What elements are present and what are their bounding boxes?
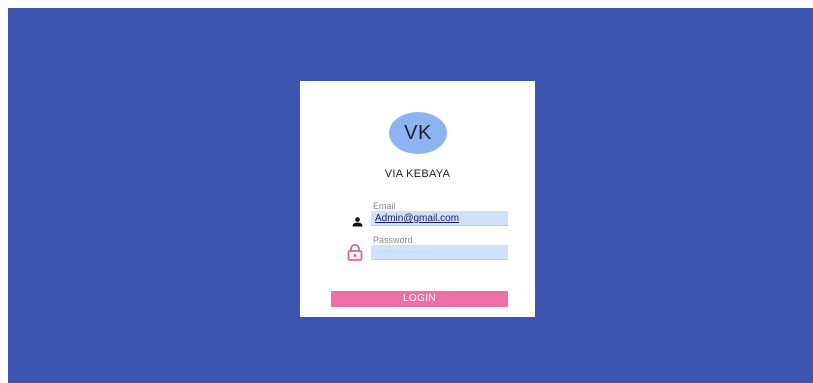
person-icon <box>352 214 363 232</box>
app-background: VK VIA KEBAYA Email Admin@gmail.com Pass… <box>8 8 813 383</box>
password-value: ···························· <box>375 249 437 255</box>
password-field[interactable]: ···························· <box>371 245 508 260</box>
login-card: VK VIA KEBAYA Email Admin@gmail.com Pass… <box>300 81 535 317</box>
avatar-initials: VK <box>404 121 432 144</box>
logo-avatar: VK <box>389 112 447 154</box>
email-label: Email <box>373 201 396 211</box>
login-button[interactable]: LOGIN <box>331 291 508 307</box>
email-field[interactable]: Admin@gmail.com <box>371 211 508 226</box>
email-value: Admin@gmail.com <box>375 213 460 224</box>
brand-name: VIA KEBAYA <box>384 168 451 180</box>
password-label: Password <box>373 235 413 245</box>
lock-icon <box>347 244 363 266</box>
